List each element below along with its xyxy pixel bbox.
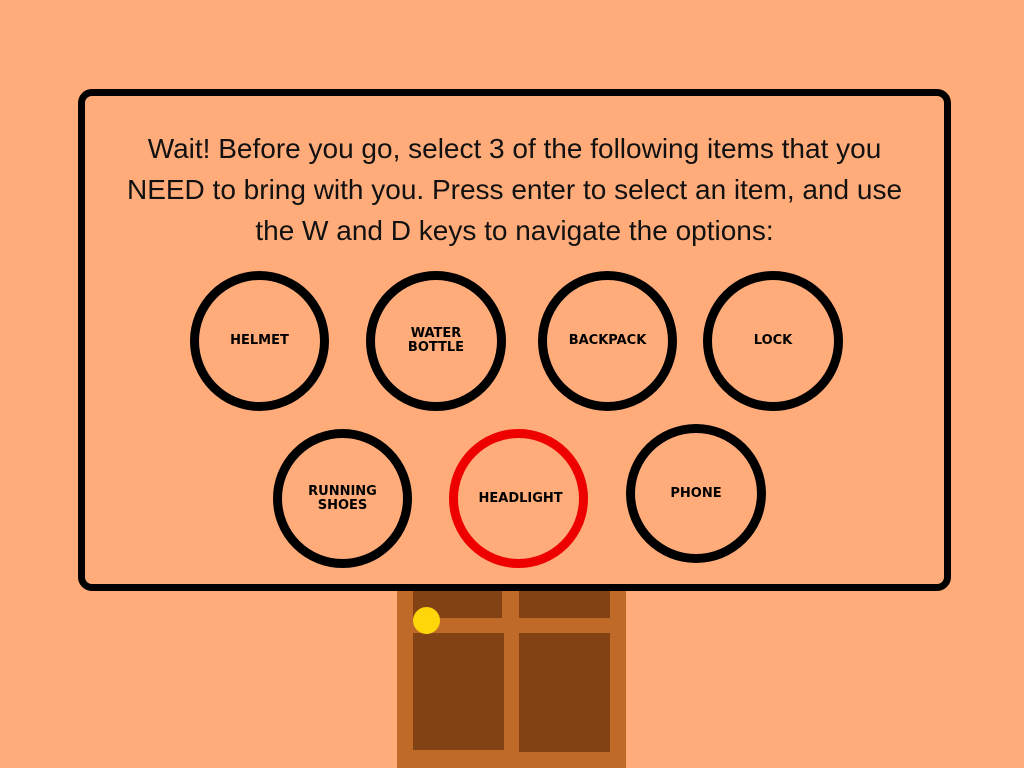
option-label: HELMET: [230, 333, 289, 348]
door-panel-bottom-left: [413, 633, 504, 750]
option-headlight[interactable]: HEADLIGHT: [449, 429, 588, 568]
option-lock[interactable]: LOCK: [703, 271, 843, 411]
instruction-text: Wait! Before you go, select 3 of the fol…: [126, 133, 903, 246]
option-label: PHONE: [670, 485, 722, 501]
option-backpack[interactable]: BACKPACK: [538, 271, 677, 411]
option-label: LOCK: [753, 333, 793, 348]
door-knob: [413, 607, 440, 634]
door: [397, 586, 626, 768]
game-scene: Wait! Before you go, select 3 of the fol…: [0, 0, 1024, 768]
option-label: BACKPACK: [568, 333, 647, 348]
option-label: RUNNING SHOES: [308, 483, 377, 513]
option-phone[interactable]: PHONE: [626, 424, 766, 563]
option-running-shoes[interactable]: RUNNING SHOES: [273, 429, 412, 568]
option-label: HEADLIGHT: [478, 490, 563, 506]
option-label: WATER BOTTLE: [407, 326, 465, 355]
option-water-bottle[interactable]: WATER BOTTLE: [366, 271, 506, 411]
option-helmet[interactable]: HELMET: [190, 271, 329, 411]
door-panel-bottom-right: [519, 633, 610, 752]
